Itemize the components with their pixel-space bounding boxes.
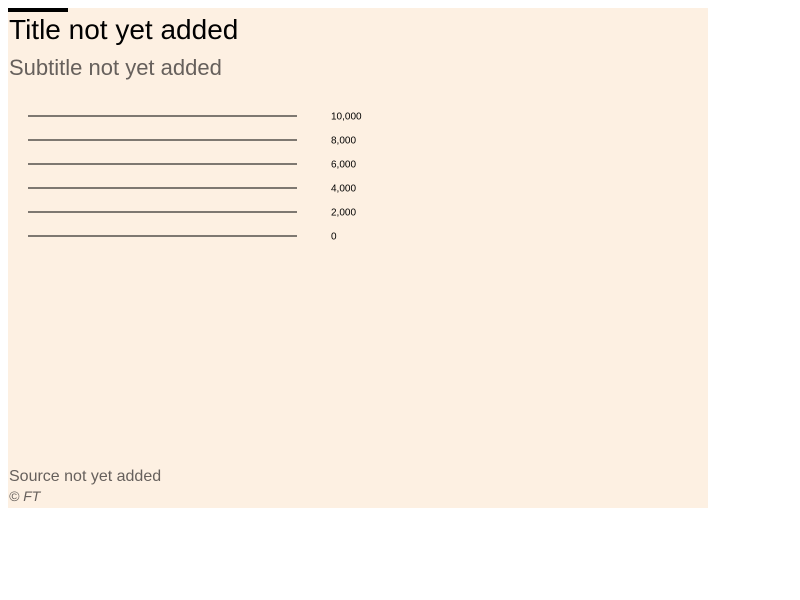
chart-plot: 10,000 8,000 6,000 4,000 2,000 0 [28,112,362,243]
source-note: Source not yet added [9,468,162,485]
y-tick-label: 6,000 [331,160,356,171]
y-tick-label: 2,000 [331,208,356,219]
y-axis-ticks: 10,000 8,000 6,000 4,000 2,000 0 [331,112,362,243]
y-tick-label: 4,000 [331,184,356,195]
y-tick-label: 0 [331,232,337,243]
title-accent-bar [8,8,68,12]
y-tick-label: 8,000 [331,136,356,147]
copyright-note: © FT [9,488,41,504]
chart-subtitle: Subtitle not yet added [9,55,222,80]
y-tick-label: 10,000 [331,112,362,123]
chart-title: Title not yet added [9,14,239,45]
chart-frame: Title not yet added Subtitle not yet add… [8,8,708,508]
gridlines [28,115,297,237]
